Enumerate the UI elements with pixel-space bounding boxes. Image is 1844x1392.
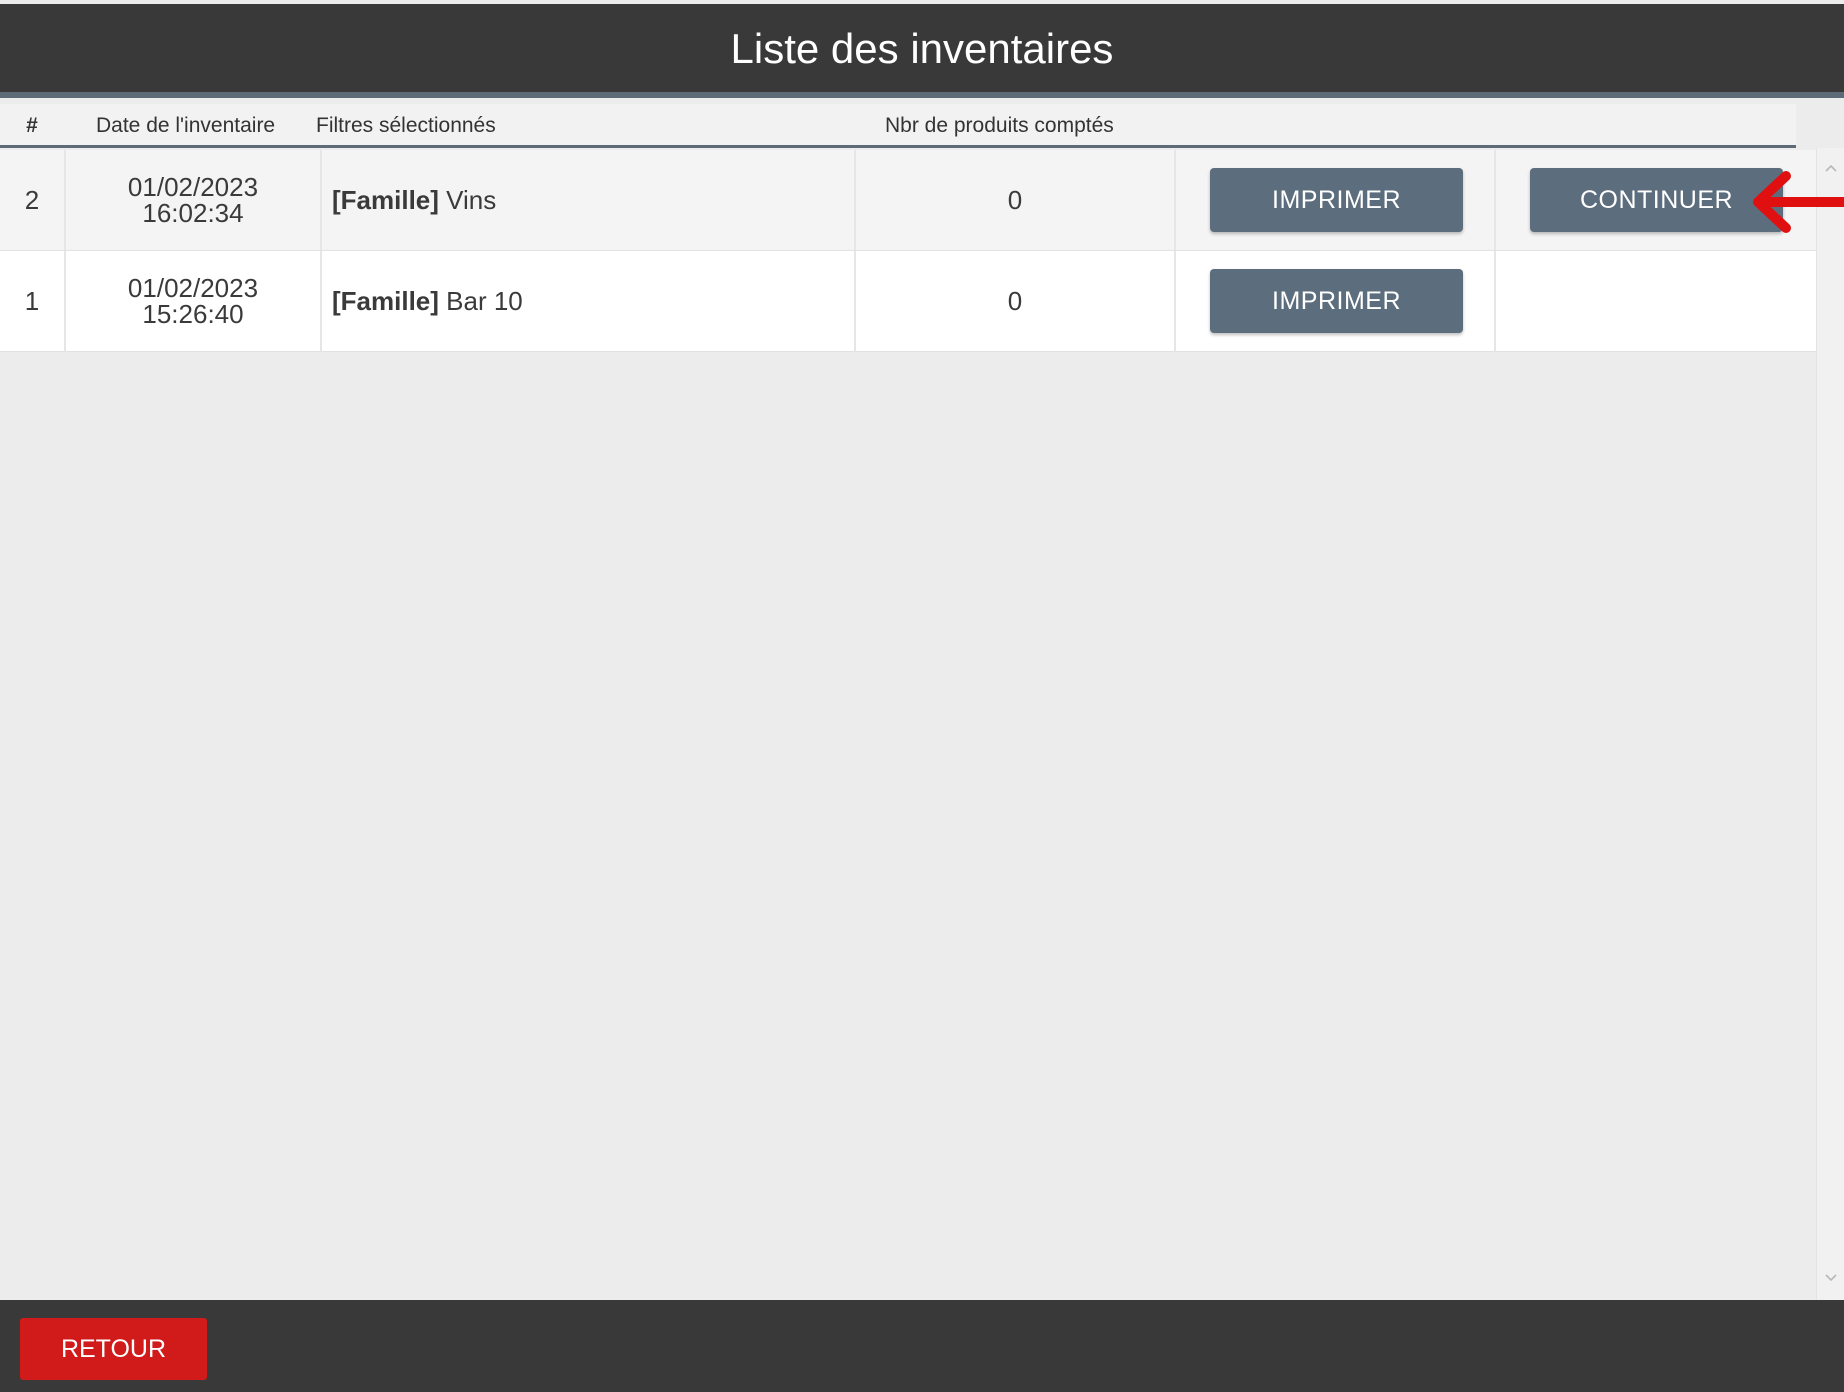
row-count: 0 [856, 150, 1176, 250]
filter-value: Vins [438, 185, 497, 215]
footer-bar: RETOUR [0, 1300, 1844, 1392]
filter-tag: [Famille] [332, 185, 439, 215]
table-header: # Date de l'inventaire Filtres sélection… [0, 104, 1796, 148]
row-number: 1 [0, 251, 66, 351]
row-time: 16:02:34 [142, 198, 244, 228]
continue-button[interactable]: CONTINUER [1530, 168, 1783, 232]
column-header-filters: Filtres sélectionnés [316, 114, 496, 137]
filter-value: Bar 10 [438, 286, 523, 316]
page-title: Liste des inventaires [730, 25, 1114, 72]
row-print-cell: IMPRIMER [1176, 251, 1496, 351]
row-datetime: 01/02/2023 16:02:34 [66, 150, 322, 250]
red-arrow-icon [1748, 168, 1844, 236]
print-button[interactable]: IMPRIMER [1210, 269, 1463, 333]
column-header-count: Nbr de produits comptés [885, 114, 1114, 137]
inventory-table: 2 01/02/2023 16:02:34 [Famille] Vins 0 I… [0, 150, 1816, 352]
row-continue-cell [1496, 251, 1816, 351]
row-count: 0 [856, 251, 1176, 351]
vertical-scrollbar[interactable] [1816, 148, 1844, 1300]
table-row: 2 01/02/2023 16:02:34 [Famille] Vins 0 I… [0, 150, 1816, 251]
table-row: 1 01/02/2023 15:26:40 [Famille] Bar 10 0… [0, 251, 1816, 352]
filter-tag: [Famille] [332, 286, 439, 316]
row-filters: [Famille] Vins [322, 150, 856, 250]
row-date: 01/02/2023 [127, 273, 259, 303]
back-button[interactable]: RETOUR [20, 1318, 207, 1380]
print-button[interactable]: IMPRIMER [1210, 168, 1463, 232]
column-header-number: # [26, 114, 38, 137]
title-bar: Liste des inventaires [0, 4, 1844, 98]
column-header-date: Date de l'inventaire [96, 114, 276, 137]
row-number: 2 [0, 150, 66, 250]
row-filters: [Famille] Bar 10 [322, 251, 856, 351]
row-date: 01/02/2023 [127, 172, 259, 202]
chevron-down-icon[interactable] [1817, 1266, 1844, 1292]
row-print-cell: IMPRIMER [1176, 150, 1496, 250]
row-time: 15:26:40 [142, 299, 244, 329]
row-datetime: 01/02/2023 15:26:40 [66, 251, 322, 351]
inventory-list-screen: Liste des inventaires # Date de l'invent… [0, 0, 1844, 1392]
